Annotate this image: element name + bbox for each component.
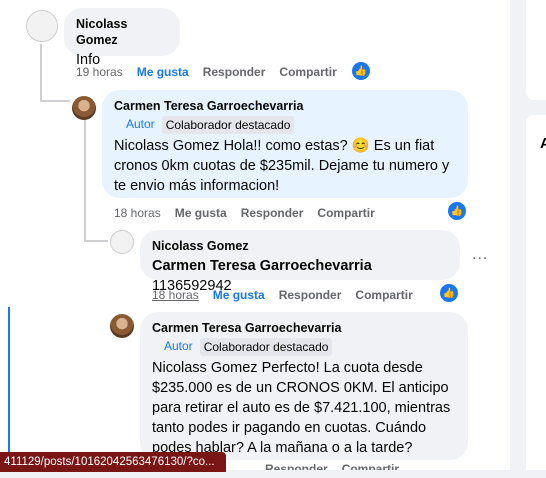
avatar[interactable] [110, 230, 134, 254]
share-button[interactable]: Compartir [355, 288, 412, 302]
reply-button[interactable]: Responder [265, 462, 328, 470]
author-badge: Autor [164, 339, 193, 353]
like-reaction-icon[interactable]: 👍 [448, 202, 466, 220]
comment-actions: 19 horas Me gusta Responder Compartir [76, 65, 337, 79]
comment-actions: 18 horas Me gusta Responder Compartir [152, 288, 413, 302]
thread-line [40, 100, 70, 102]
author-badges: Autor Colaborador destacado [114, 116, 456, 134]
more-options-icon[interactable]: ... [472, 246, 488, 264]
author-badges: Autor Colaborador destacado [152, 338, 456, 356]
comment-bubble: Carmen Teresa Garroechevarria Autor Cola… [140, 312, 468, 460]
avatar[interactable] [26, 10, 58, 42]
right-sidebar-panel: A [526, 115, 546, 470]
comment-bubble: Nicolass Gomez Info [64, 8, 180, 68]
like-reaction-icon[interactable]: 👍 [440, 284, 458, 302]
comment-thread: Nicolass Gomez Info 19 horas Me gusta Re… [0, 0, 510, 470]
comment-author[interactable]: Nicolass Gomez [152, 238, 448, 254]
thread-highlight-line [8, 307, 10, 470]
comment-author[interactable]: Carmen Teresa Garroechevarria [114, 98, 456, 114]
comment-bubble: Nicolass Gomez Carmen Teresa Garroecheva… [140, 230, 460, 294]
share-button[interactable]: Compartir [279, 65, 336, 79]
like-button[interactable]: Me gusta [137, 65, 189, 79]
comment-actions: 18 horas Me gusta Responder Compartir [114, 206, 375, 220]
comment-time[interactable]: 18 horas [114, 206, 161, 220]
mention-link[interactable]: Carmen Teresa Garroechevarria [152, 258, 372, 274]
comment-author[interactable]: Nicolass Gomez [76, 16, 168, 48]
comment-bubble: Carmen Teresa Garroechevarria Autor Cola… [102, 90, 468, 198]
thread-line [40, 44, 42, 102]
top-contributor-badge: Colaborador destacado [161, 116, 295, 134]
top-contributor-badge: Colaborador destacado [199, 338, 333, 356]
reply-button[interactable]: Responder [279, 288, 342, 302]
share-button[interactable]: Compartir [317, 206, 374, 220]
reply-button[interactable]: Responder [203, 65, 266, 79]
avatar[interactable] [110, 314, 134, 338]
author-badge: Autor [126, 117, 155, 131]
reply-button[interactable]: Responder [241, 206, 304, 220]
sidebar-heading-fragment: A [540, 135, 546, 152]
comment-text: Nicolass Gomez Hola!! como estas? 😊 Es u… [114, 138, 450, 194]
comment-actions: Responder Compartir [265, 462, 399, 470]
share-button[interactable]: Compartir [342, 462, 399, 470]
right-sidebar-panel [526, 0, 546, 100]
like-button[interactable]: Me gusta [175, 206, 227, 220]
thread-line [84, 120, 86, 240]
avatar[interactable] [72, 96, 96, 120]
comment-text: Nicolass Gomez Perfecto! La cuota desde … [152, 360, 451, 456]
thread-line [84, 240, 108, 242]
comment-time[interactable]: 19 horas [76, 65, 123, 79]
comment-author[interactable]: Carmen Teresa Garroechevarria [152, 320, 456, 336]
like-button[interactable]: Me gusta [213, 288, 265, 302]
like-reaction-icon[interactable]: 👍 [352, 62, 370, 80]
comment-time[interactable]: 18 horas [152, 288, 199, 302]
status-bar-url: 411129/posts/10162042563476130/?co... [0, 452, 226, 472]
